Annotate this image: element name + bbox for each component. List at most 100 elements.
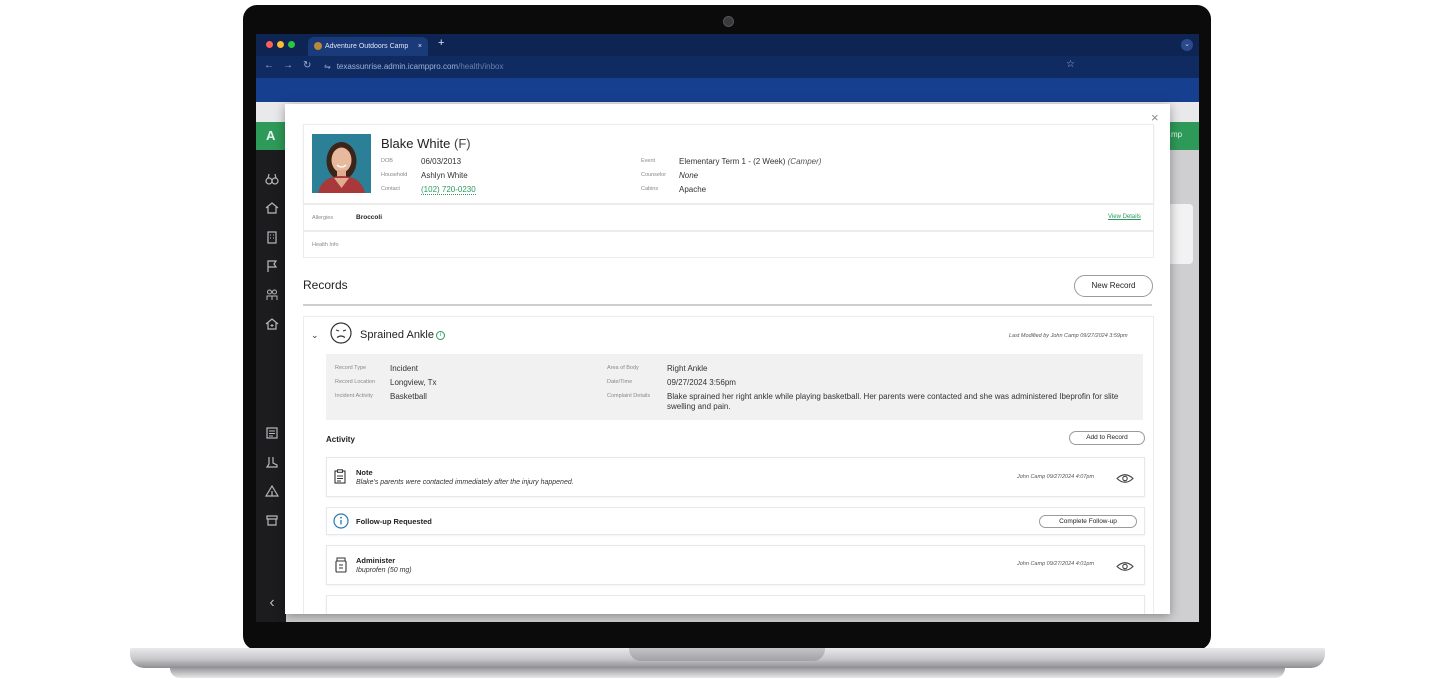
- area-of-body-label: Area of Body: [607, 365, 639, 371]
- bookmark-star-icon[interactable]: ☆: [1066, 59, 1075, 70]
- window-minimize-dot[interactable]: [277, 41, 284, 48]
- administer-title: Administer: [356, 556, 396, 565]
- datetime-value: 09/27/2024 3:56pm: [667, 378, 736, 387]
- add-to-record-button[interactable]: Add to Record: [1069, 431, 1145, 445]
- note-meta: John Camp 09/27/2024 4:07pm: [1017, 474, 1095, 480]
- incident-activity-value: Basketball: [390, 392, 427, 401]
- building-icon[interactable]: [264, 230, 280, 246]
- reload-icon[interactable]: ↻: [303, 60, 311, 71]
- laptop-base-shadow: [170, 668, 1285, 678]
- back-arrow-icon[interactable]: ←: [264, 60, 274, 71]
- complaint-details-value: Blake sprained her right ankle while pla…: [667, 392, 1119, 411]
- window-close-dot[interactable]: [266, 41, 273, 48]
- site-info-icon[interactable]: ⇋: [324, 62, 331, 71]
- follow-up-title: Follow-up Requested: [356, 517, 432, 526]
- allergies-label: Allergies: [312, 215, 334, 221]
- administer-medication: Ibuprofen (50 mg): [356, 567, 412, 574]
- cabins-value: Apache: [679, 185, 707, 194]
- laptop-notch: [629, 648, 825, 661]
- health-info-row: Health Info: [303, 231, 1154, 258]
- dob-label: DOB: [381, 158, 393, 164]
- area-of-body-value: Right Ankle: [667, 364, 708, 373]
- address-bar[interactable]: ⇋ texassunrise.admin.icamppro.com/health/…: [324, 59, 1082, 75]
- health-record-modal: × Blake White (F) DOB 06/03/2013 Househo…: [285, 104, 1170, 614]
- contact-phone-link[interactable]: (102) 720-0230: [421, 185, 476, 195]
- app-logo[interactable]: A: [266, 128, 275, 143]
- view-details-link[interactable]: View Details: [1108, 214, 1141, 220]
- health-info-label: Health Info: [312, 242, 339, 248]
- note-text: Blake's parents were contacted immediate…: [356, 479, 574, 486]
- complete-follow-up-button[interactable]: Complete Follow-up: [1039, 515, 1137, 528]
- health-home-icon[interactable]: [264, 317, 280, 333]
- browser-tab-bar: Adventure Outdoors Camp × + ⌄: [256, 34, 1199, 56]
- event-label: Event: [641, 158, 656, 164]
- new-tab-button[interactable]: +: [438, 37, 444, 49]
- complaint-details-label: Complaint Details: [607, 393, 651, 399]
- forward-arrow-icon[interactable]: →: [283, 60, 293, 71]
- datetime-label: Date/Time: [607, 379, 633, 385]
- dob-value: 06/03/2013: [421, 157, 462, 166]
- counselor-value: None: [679, 171, 699, 180]
- url-path: /health/inbox: [458, 62, 504, 71]
- activity-note-card: Note Blake's parents were contacted imme…: [326, 457, 1145, 497]
- newspaper-icon[interactable]: [264, 426, 280, 442]
- allergies-row: Allergies Broccoli View Details: [303, 204, 1154, 231]
- follow-up-info-icon: [333, 513, 349, 534]
- allergies-value: Broccoli: [356, 214, 383, 221]
- record-panel: ⌄ Sprained Ankle i Last Modified by John…: [303, 316, 1154, 614]
- incident-activity-label: Incident Activity: [335, 393, 373, 399]
- eye-icon[interactable]: [1116, 471, 1134, 489]
- tab-title: Adventure Outdoors Camp: [325, 43, 409, 50]
- people-icon[interactable]: [264, 288, 280, 304]
- eye-icon[interactable]: [1116, 559, 1134, 577]
- browser-tab[interactable]: Adventure Outdoors Camp ×: [308, 37, 428, 56]
- household-label: Household: [381, 172, 408, 178]
- tab-close-icon[interactable]: ×: [418, 37, 422, 56]
- webcam: [723, 16, 734, 27]
- records-heading: Records: [303, 278, 348, 292]
- home-icon[interactable]: [264, 201, 280, 217]
- activity-followup-card: Follow-up Requested Complete Follow-up: [326, 507, 1145, 535]
- camper-name: Blake White (F): [381, 136, 471, 151]
- record-type-value: Incident: [390, 364, 419, 373]
- sad-face-icon: [330, 322, 352, 344]
- record-details: Record Type Incident Record Location Lon…: [326, 354, 1143, 420]
- household-value: Ashlyn White: [421, 171, 468, 180]
- window-zoom-dot[interactable]: [288, 41, 295, 48]
- screen: Adventure Outdoors Camp × + ⌄ ← → ↻ ⇋ tex…: [256, 34, 1199, 622]
- background-card: [1168, 204, 1193, 264]
- tent-icon[interactable]: [264, 484, 280, 500]
- medication-icon: [334, 557, 348, 578]
- tab-menu-icon[interactable]: ⌄: [1181, 39, 1193, 51]
- url-host: texassunrise.admin.icamppro.com: [336, 62, 459, 71]
- event-value: Elementary Term 1 - (2 Week) (Camper): [679, 157, 822, 166]
- activity-heading: Activity: [326, 435, 355, 444]
- boot-icon[interactable]: [264, 455, 280, 471]
- browser-content-top: [256, 78, 1199, 102]
- app-sidebar: ‹: [256, 150, 286, 622]
- administer-meta: John Camp 09/27/2024 4:01pm: [1017, 561, 1095, 567]
- clipboard-icon: [334, 469, 346, 489]
- activity-card-partial: [326, 595, 1145, 614]
- record-location-value: Longview, Tx: [390, 378, 437, 387]
- counselor-label: Counselor: [641, 172, 667, 178]
- flag-icon[interactable]: [264, 259, 280, 275]
- info-icon[interactable]: i: [436, 331, 445, 340]
- new-record-button[interactable]: New Record: [1074, 275, 1153, 297]
- collapse-chevron-icon[interactable]: ⌄: [311, 330, 319, 341]
- camper-profile-card: Blake White (F) DOB 06/03/2013 Household…: [303, 124, 1154, 204]
- store-icon[interactable]: [264, 513, 280, 529]
- record-location-label: Record Location: [335, 379, 376, 385]
- favicon-icon: [314, 42, 322, 51]
- record-title[interactable]: Sprained Ankle: [360, 329, 434, 341]
- modal-close-icon[interactable]: ×: [1151, 110, 1159, 125]
- cabins-label: Cabins: [641, 186, 659, 192]
- activity-administer-card: Administer Ibuprofen (50 mg) John Camp 0…: [326, 545, 1145, 585]
- camper-photo: [312, 134, 371, 193]
- collapse-chevron-icon[interactable]: ‹: [264, 595, 280, 611]
- note-title: Note: [356, 468, 373, 477]
- records-divider: [303, 304, 1152, 306]
- binoculars-icon[interactable]: [264, 172, 280, 188]
- last-modified-text: Last Modified by John Camp 09/27/2024 3:…: [1009, 333, 1128, 339]
- contact-label: Contact: [381, 186, 400, 192]
